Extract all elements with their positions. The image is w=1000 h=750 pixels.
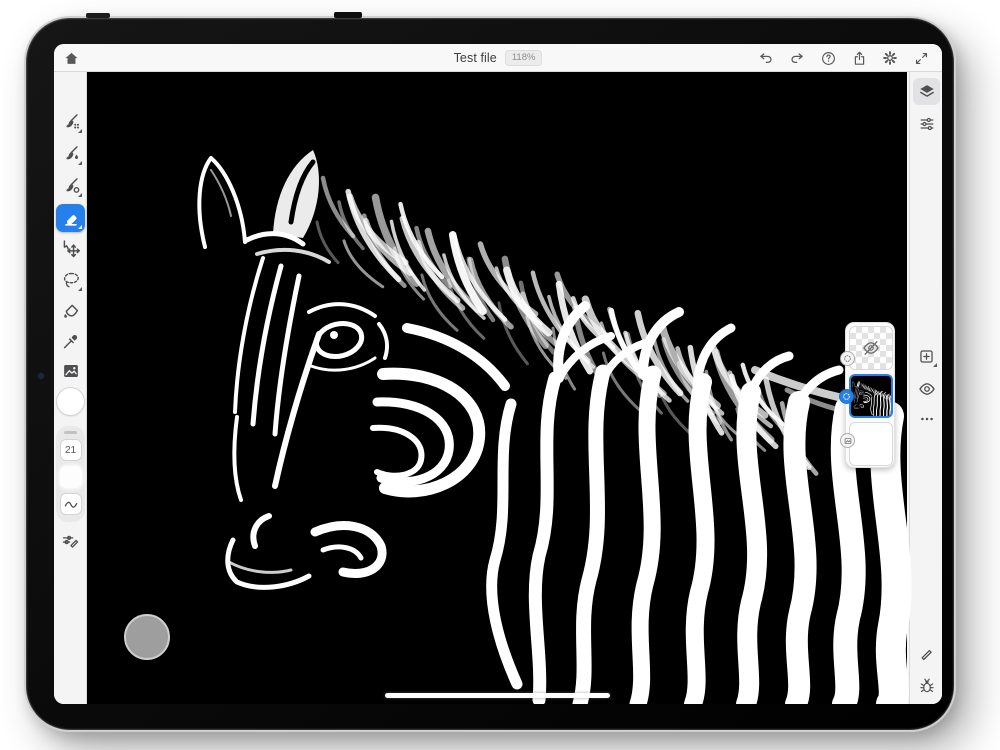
- tablet-device-frame: Test file 118%: [24, 16, 956, 732]
- pixel-brush-tool[interactable]: [56, 108, 85, 136]
- page: Test file 118%: [0, 0, 1000, 750]
- left-toolbar: 21: [54, 72, 87, 704]
- more-options-button[interactable]: [913, 405, 940, 432]
- pencil-icon: [917, 643, 937, 663]
- fullscreen-button[interactable]: [908, 44, 934, 72]
- layer-visibility-button[interactable]: [913, 375, 940, 402]
- top-right-actions: [753, 44, 934, 72]
- flyout-indicator: [78, 287, 82, 291]
- bug-icon: [917, 676, 937, 696]
- dotted-ring-icon: [842, 353, 853, 364]
- paint-bucket-icon: [60, 300, 82, 322]
- flyout-indicator: [78, 225, 82, 229]
- home-indicator[interactable]: [385, 693, 610, 698]
- brush-size-value: 21: [65, 445, 76, 456]
- share-button[interactable]: [846, 44, 872, 72]
- eraser-cursor: [124, 614, 170, 660]
- brush-opacity-control[interactable]: [60, 466, 82, 488]
- power-button: [86, 13, 110, 18]
- image-icon: [60, 360, 82, 382]
- sliders-icon: [917, 114, 937, 134]
- app-screen: Test file 118%: [54, 44, 942, 704]
- brush-size-control[interactable]: 21: [60, 439, 82, 461]
- layer-badge-image[interactable]: [840, 433, 855, 448]
- undo-button[interactable]: [753, 44, 779, 72]
- redo-button[interactable]: [784, 44, 810, 72]
- more-dots-icon: [917, 409, 937, 429]
- wave-icon: [62, 495, 80, 513]
- layer-item-zebra-selected[interactable]: [849, 374, 893, 418]
- layer-badge-active[interactable]: [839, 389, 854, 404]
- vector-brush-tool[interactable]: [56, 172, 85, 200]
- drawing-canvas[interactable]: [87, 72, 907, 704]
- smoothing-control[interactable]: [60, 493, 82, 515]
- settings-button[interactable]: [877, 44, 903, 72]
- flyout-indicator: [78, 129, 82, 133]
- undo-icon: [757, 49, 775, 67]
- zoom-level-badge[interactable]: 118%: [505, 50, 543, 66]
- help-icon: [820, 50, 837, 67]
- dotted-ring-icon: [841, 391, 852, 402]
- eye-off-icon: [861, 338, 881, 358]
- front-camera: [38, 373, 44, 379]
- right-toolbar: [909, 72, 942, 704]
- layers-icon: [917, 82, 937, 102]
- live-brush-tool[interactable]: [56, 140, 85, 168]
- document-title: Test file: [454, 51, 497, 65]
- properties-panel-button[interactable]: [913, 110, 940, 137]
- move-tool[interactable]: [56, 235, 85, 263]
- volume-button: [334, 12, 362, 18]
- flyout-indicator: [78, 193, 82, 197]
- fill-tool[interactable]: [56, 297, 85, 325]
- draw-aid-button[interactable]: [913, 639, 940, 666]
- eraser-tool[interactable]: [56, 204, 85, 232]
- share-icon: [851, 50, 868, 67]
- color-swatch[interactable]: [57, 388, 84, 415]
- brush-settings-icon: [60, 530, 81, 551]
- layer-thumbnail-zebra: [851, 376, 891, 416]
- brush-settings-button[interactable]: [56, 526, 85, 554]
- add-layer-button[interactable]: [913, 343, 940, 370]
- top-toolbar: Test file 118%: [54, 44, 942, 72]
- quick-controls-panel: 21: [56, 426, 85, 522]
- layers-panel-button[interactable]: [913, 78, 940, 105]
- flyout-indicator: [933, 363, 937, 367]
- place-image-tool[interactable]: [56, 357, 85, 385]
- eyedropper-icon: [60, 330, 82, 352]
- redo-icon: [788, 49, 806, 67]
- help-button[interactable]: [815, 44, 841, 72]
- drag-handle[interactable]: [64, 431, 77, 434]
- lasso-tool[interactable]: [56, 266, 85, 294]
- layers-panel: [845, 322, 895, 468]
- eyedropper-tool[interactable]: [56, 327, 85, 355]
- image-mini-icon: [843, 436, 853, 446]
- fullscreen-icon: [913, 50, 930, 67]
- layer-badge-reference[interactable]: [840, 351, 855, 366]
- report-bug-button[interactable]: [913, 672, 940, 699]
- gear-icon: [881, 49, 899, 67]
- layer-item-hidden[interactable]: [849, 326, 893, 370]
- eye-icon: [917, 379, 937, 399]
- flyout-indicator: [78, 161, 82, 165]
- zebra-artwork: [87, 72, 907, 704]
- layer-item-background[interactable]: [849, 422, 893, 466]
- move-icon: [60, 238, 82, 260]
